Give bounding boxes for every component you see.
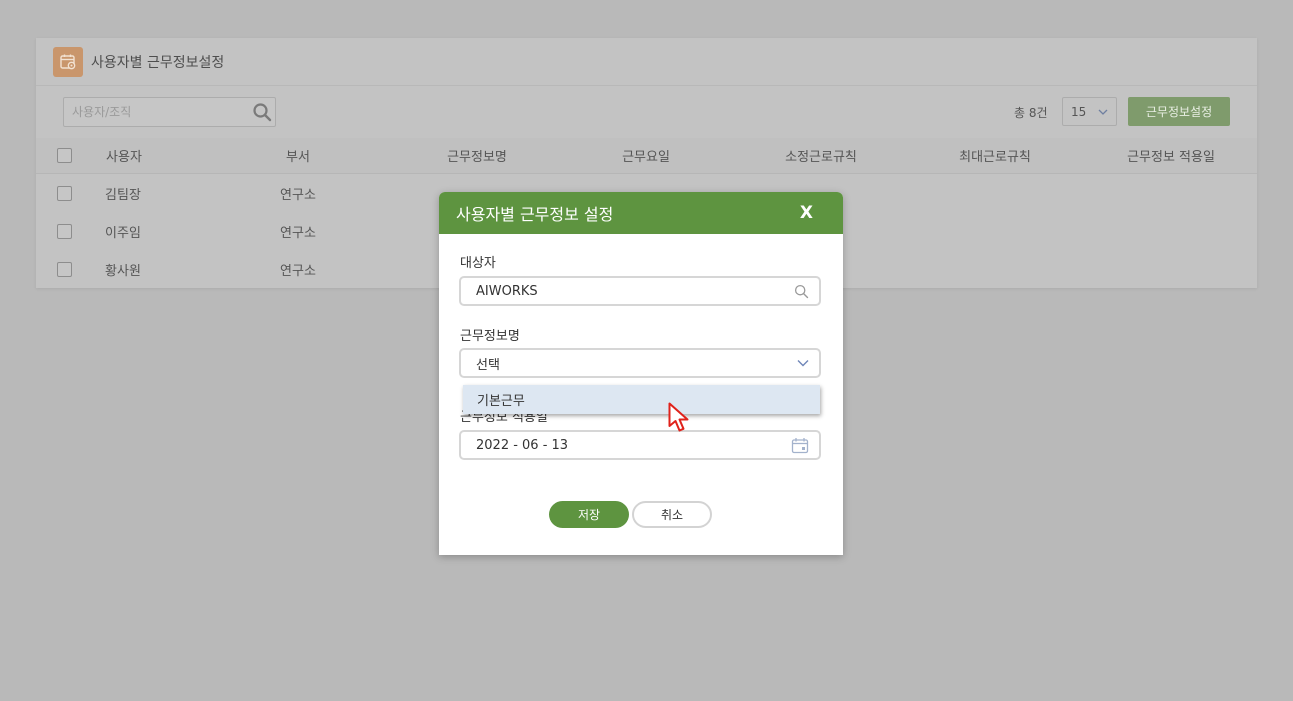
search-icon[interactable] xyxy=(794,284,809,299)
dialog-header: 사용자별 근무정보 설정 X xyxy=(439,192,843,234)
chevron-down-icon xyxy=(797,360,809,367)
dropdown-option[interactable]: 기본근무 xyxy=(463,385,820,414)
column-header-workdays: 근무요일 xyxy=(622,150,670,165)
row-dept: 연구소 xyxy=(280,225,316,241)
calendar-icon[interactable] xyxy=(791,437,809,454)
page-size-select[interactable]: 15 xyxy=(1062,97,1117,126)
workinfo-label: 근무정보명 xyxy=(460,329,520,344)
target-value: AIWORKS xyxy=(476,283,538,299)
workinfo-select[interactable]: 선택 xyxy=(459,348,821,378)
close-button[interactable]: X xyxy=(800,203,813,223)
panel-header: 사용자별 근무정보설정 xyxy=(36,38,1257,86)
page-title: 사용자별 근무정보설정 xyxy=(91,54,225,71)
row-user: 이주임 xyxy=(105,225,141,241)
target-field[interactable]: AIWORKS xyxy=(459,276,821,306)
workinfo-setting-dialog: 사용자별 근무정보 설정 X 대상자 AIWORKS 근무정보명 선택 근무정보… xyxy=(439,192,843,555)
apply-date-field[interactable]: 2022 - 06 - 13 xyxy=(459,430,821,460)
row-user: 김팀장 xyxy=(105,187,141,203)
column-header-user: 사용자 xyxy=(106,150,142,165)
row-checkbox[interactable] xyxy=(57,223,72,239)
row-checkbox[interactable] xyxy=(57,261,72,277)
workinfo-dropdown-list: 기본근무 xyxy=(463,385,820,414)
column-header-apply-date: 근무정보 적용일 xyxy=(1127,150,1215,165)
column-header-max-rule: 최대근로규칙 xyxy=(959,150,1031,165)
column-header-workinfo-name: 근무정보명 xyxy=(447,150,507,165)
dialog-title: 사용자별 근무정보 설정 xyxy=(456,205,614,224)
mouse-cursor-icon xyxy=(668,402,689,432)
row-dept: 연구소 xyxy=(280,263,316,279)
page-size-value: 15 xyxy=(1071,104,1087,119)
save-button[interactable]: 저장 xyxy=(549,501,629,528)
table-header: 사용자 부서 근무정보명 근무요일 소정근로규칙 최대근로규칙 근무정보 적용일 xyxy=(36,138,1257,174)
apply-date-value: 2022 - 06 - 13 xyxy=(476,437,569,453)
row-dept: 연구소 xyxy=(280,187,316,203)
workinfo-select-value: 선택 xyxy=(476,357,500,373)
column-header-dept: 부서 xyxy=(286,150,310,165)
chevron-down-icon xyxy=(1098,109,1108,115)
select-all-checkbox[interactable] xyxy=(57,148,72,163)
column-header-regular-rule: 소정근로규칙 xyxy=(785,150,857,165)
toolbar: 총 8건 15 근무정보설정 xyxy=(36,86,1257,138)
workinfo-setting-button[interactable]: 근무정보설정 xyxy=(1128,97,1230,126)
search-icon[interactable] xyxy=(249,102,275,122)
row-user: 황사원 xyxy=(105,263,141,279)
search-input[interactable] xyxy=(72,105,249,119)
cancel-button[interactable]: 취소 xyxy=(632,501,712,528)
calendar-settings-icon xyxy=(53,46,83,77)
row-checkbox[interactable] xyxy=(57,185,72,201)
total-count: 총 8건 xyxy=(1014,106,1048,120)
search-box xyxy=(63,97,276,127)
target-label: 대상자 xyxy=(460,256,496,271)
